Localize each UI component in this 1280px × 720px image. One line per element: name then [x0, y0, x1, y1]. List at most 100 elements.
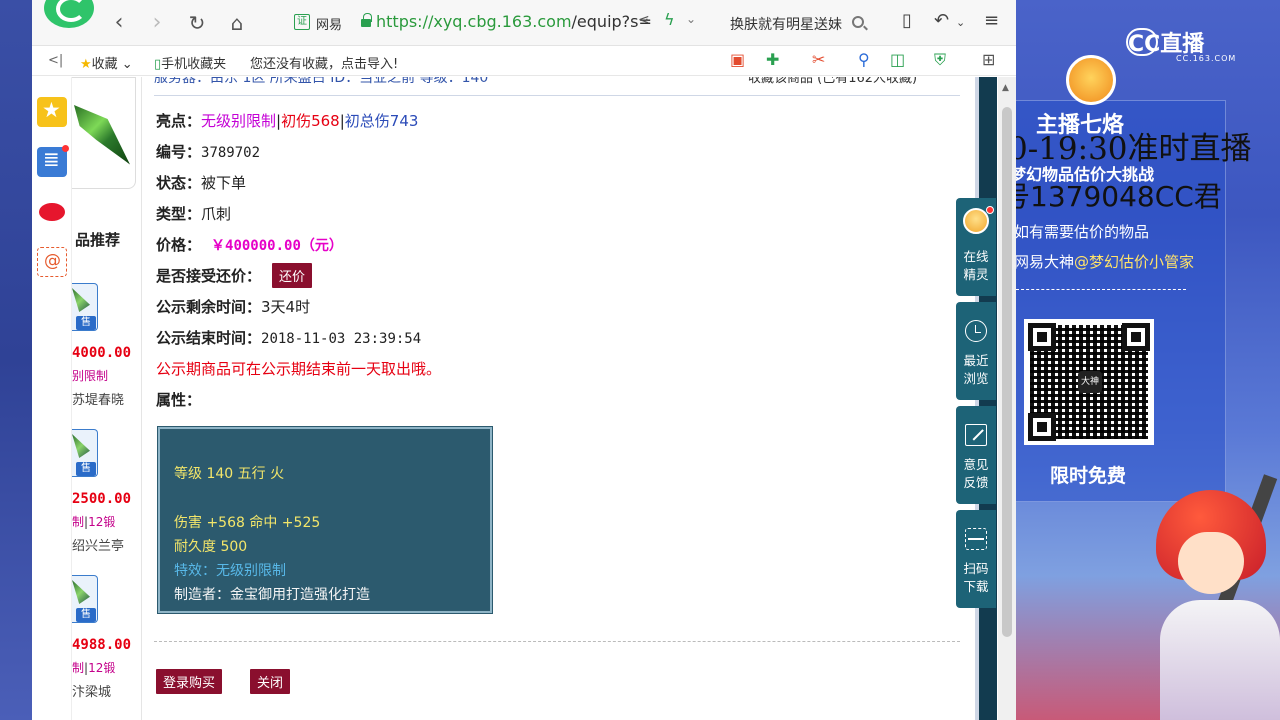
type-row: 类型：爪刺	[156, 203, 231, 224]
scan-download-button[interactable]: 扫码 下载	[956, 510, 996, 608]
remain-label: 公示剩余时间：	[156, 298, 262, 316]
stream-left-strip	[0, 0, 32, 720]
notification-dot	[986, 206, 994, 214]
feedback-button[interactable]: 意见 反馈	[956, 406, 996, 504]
recommend-tag: 别限制	[72, 369, 109, 383]
divider	[154, 641, 960, 642]
import-hint-link[interactable]: 您还没有收藏，点击导入!	[250, 53, 398, 72]
recommend-forge-level: 12锻	[88, 661, 116, 675]
vertical-scrollbar[interactable]: ▲	[998, 77, 1016, 720]
recommend-thumb[interactable]: 售	[72, 429, 98, 477]
favorite-count[interactable]: 收藏该商品 (已有162人收藏)	[748, 77, 917, 86]
favorites-menu[interactable]: ★收藏 ⌄	[80, 53, 133, 72]
undo-icon[interactable]: ↶	[934, 10, 949, 31]
attr-durability: 耐久度 500	[174, 539, 248, 555]
browser-logo-icon[interactable]	[44, 0, 94, 28]
qr-code[interactable]: 大神	[1024, 319, 1154, 445]
mobile-favorites-label: 手机收藏夹	[161, 57, 227, 72]
highlight-no-level: 无级别限制	[201, 112, 277, 130]
calendar-icon[interactable]: ▣	[730, 50, 745, 69]
weibo-icon[interactable]	[37, 197, 67, 227]
qr-finder	[1028, 323, 1056, 351]
price-value: ￥400000.00（元）	[211, 238, 343, 254]
sell-badge: 售	[76, 462, 96, 476]
phone-icon[interactable]: ▯	[902, 10, 912, 31]
highlight-total-damage: 初总伤743	[344, 112, 419, 130]
address-bar[interactable]: 证 网易 https://xyq.cbg.163.com/equip?s= ⋖ …	[288, 8, 712, 38]
free-label: 限时免费	[1050, 465, 1127, 487]
status-value: 被下单	[201, 174, 247, 192]
serial-row: 编号：3789702	[156, 141, 260, 162]
recommend-tag: 制|12锻	[72, 661, 116, 675]
end-time-row: 公示结束时间：2018-11-03 23:39:54	[156, 327, 421, 348]
login-buy-button[interactable]: 登录购买	[156, 669, 223, 694]
recommend-thumb[interactable]: 售	[72, 575, 98, 623]
favorites-star-icon[interactable]	[37, 97, 67, 127]
online-assistant-button[interactable]: 在线 精灵	[956, 198, 996, 296]
browser-toolbar: ‹ › ↻ ⌂ 证 网易 https://xyq.cbg.163.com/equ…	[32, 0, 1016, 46]
serial-label: 编号：	[156, 143, 202, 161]
feedback-label-2: 反馈	[963, 475, 989, 490]
home-icon[interactable]: ⌂	[224, 10, 250, 36]
mail-icon[interactable]	[37, 247, 67, 277]
scroll-thumb[interactable]	[1002, 107, 1012, 637]
cc-live-domain: CC.163.COM	[1176, 54, 1237, 63]
promo-app-name: 网易大神	[1016, 253, 1075, 271]
chevron-down-icon[interactable]: ⌄	[686, 12, 696, 26]
attr-damage: 伤害 +568 命中 +525	[174, 515, 321, 531]
attributes-row: 属性：	[156, 389, 201, 410]
qr-center-logo: 大神	[1078, 371, 1102, 393]
character-body	[1160, 600, 1280, 720]
divider	[1016, 289, 1186, 290]
search-icon[interactable]	[852, 16, 864, 28]
lock-icon	[360, 13, 372, 29]
find-icon[interactable]: ⚲	[858, 50, 870, 69]
type-value: 爪刺	[201, 205, 232, 223]
attr-maker: 制造者：金宝御用打造强化打造	[174, 587, 370, 603]
sidebar-toggle-icon[interactable]: <|	[48, 53, 63, 68]
notification-dot	[62, 145, 69, 152]
sell-badge: 售	[76, 608, 96, 622]
recommend-tag-text: 制	[72, 661, 85, 675]
promo-line-2: 网易大神@梦幻估价小管家	[1016, 251, 1194, 272]
scroll-up-icon[interactable]: ▲	[1002, 83, 1009, 93]
recommend-price: 4000.00	[72, 345, 132, 361]
close-button[interactable]: 关闭	[250, 669, 291, 694]
certificate-badge-icon: 证	[294, 14, 310, 30]
game-icon[interactable]: ◫	[890, 50, 905, 69]
apps-grid-icon[interactable]: ⊞	[982, 50, 995, 69]
promo-account: @梦幻估价小管家	[1074, 253, 1195, 271]
qr-finder	[1122, 323, 1150, 351]
flash-icon[interactable]: ϟ	[664, 10, 675, 29]
forward-icon[interactable]: ›	[144, 10, 170, 36]
notice-text: 公示期商品可在公示期结束前一天取出哦。	[156, 360, 442, 378]
recent-browse-button[interactable]: 最近 浏览	[956, 302, 996, 400]
recent-label-1: 最近	[963, 353, 989, 368]
back-icon[interactable]: ‹	[106, 10, 132, 36]
undo-dropdown-icon[interactable]: ⌄	[956, 16, 965, 29]
qr-finder	[1028, 413, 1056, 441]
search-suggestion: 换肤就有明星送妹	[730, 17, 842, 33]
highlights-row: 亮点：无级别限制|初伤568|初总伤743	[156, 112, 419, 130]
item-image[interactable]	[72, 77, 136, 189]
promo-line-1: 如有需要估价的物品	[1016, 223, 1150, 241]
sell-badge: 售	[76, 316, 96, 330]
type-label: 类型：	[156, 205, 202, 223]
bargain-button[interactable]: 还价	[272, 263, 313, 288]
recent-label-2: 浏览	[963, 371, 989, 386]
news-icon[interactable]	[37, 147, 67, 177]
share-icon[interactable]: ⋖	[638, 12, 650, 28]
recommend-forge-level: 12锻	[88, 515, 116, 529]
recommend-thumb[interactable]: 售	[72, 283, 98, 331]
shield-icon[interactable]: ⛨	[934, 50, 946, 70]
refresh-icon[interactable]: ↻	[184, 10, 210, 36]
mobile-favorites[interactable]: ▯手机收藏夹	[154, 53, 226, 72]
highlights-label: 亮点：	[156, 112, 202, 130]
search-input[interactable]: 换肤就有明星送妹	[728, 12, 870, 34]
assistant-avatar-icon	[963, 208, 989, 234]
translate-icon[interactable]: ✚	[766, 50, 779, 69]
url-text[interactable]: https://xyq.cbg.163.com/equip?s=	[376, 12, 652, 31]
menu-icon[interactable]: ≡	[984, 10, 999, 31]
attributes-label: 属性：	[156, 391, 202, 409]
screenshot-icon[interactable]: ✂	[812, 50, 825, 69]
